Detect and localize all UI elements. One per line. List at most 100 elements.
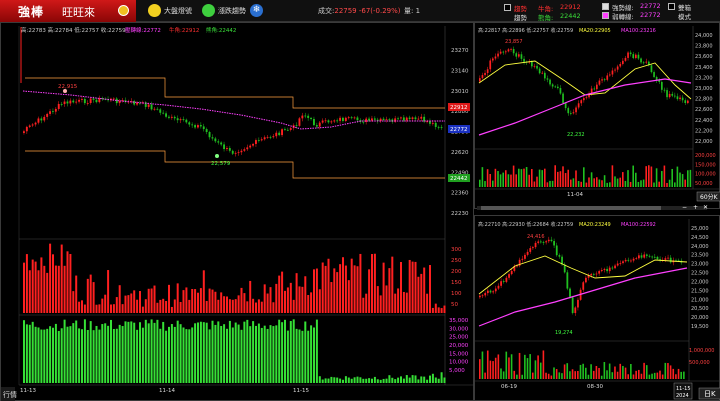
hourly-low-annotation: 22,232 (567, 132, 585, 138)
volume-bar (147, 288, 150, 313)
volume-bar (153, 285, 156, 313)
axis-tick-label: 22,400 (695, 118, 713, 124)
candle-body (226, 148, 228, 150)
candle-body (583, 98, 585, 101)
candle-body (580, 100, 583, 104)
candle-body (622, 60, 624, 64)
volume-bar (417, 276, 420, 313)
volume-bar (141, 306, 144, 313)
axis-tick-label: 150 (451, 280, 462, 286)
volume-bar (359, 253, 362, 313)
candle-body (168, 116, 170, 118)
volume-bar (549, 180, 551, 187)
volume-bar (121, 326, 124, 383)
volume-bar (520, 169, 523, 187)
volume-bar (555, 369, 558, 379)
volume-bar (307, 295, 310, 313)
volume-bar (153, 322, 156, 383)
close-icon[interactable]: ✕ (703, 204, 708, 211)
volume-bar (95, 325, 98, 383)
volume-bar (431, 307, 434, 313)
daily-candles (479, 236, 683, 316)
axis-tick-label: 500,000 (689, 360, 710, 366)
candle-body (632, 258, 635, 261)
volume-bar (28, 324, 31, 383)
volume-bar (257, 323, 260, 383)
volume-bar (318, 376, 321, 383)
volume-bar (614, 176, 616, 187)
volume-bar (263, 325, 266, 383)
daily-chart-panel[interactable]: 高:22710 高:22930 低:22684 收:22759 MA20:232… (474, 215, 720, 401)
volume-bar (497, 354, 500, 379)
volume-bar (537, 355, 539, 379)
candle-body (197, 125, 199, 128)
volume-bar (500, 368, 502, 379)
candle-body (539, 241, 542, 243)
volume-bar (642, 179, 645, 187)
volume-bar (526, 358, 529, 379)
zoom-in-icon[interactable]: + (693, 204, 698, 211)
volume-bar (307, 330, 310, 383)
volume-bar (112, 304, 115, 313)
volume-bar (263, 284, 266, 313)
candle-body (54, 108, 57, 112)
volume-bar (95, 304, 98, 313)
volume-bar (481, 351, 484, 379)
candle-body (86, 103, 89, 104)
intraday-chart-panel[interactable]: 行情 高:22783 高:22784 低:22757 收:22759 壓轉線:2… (0, 22, 475, 401)
axis-tick-label: 22,800 (695, 97, 713, 103)
market-signal-button[interactable]: 大盤燈號 (148, 4, 194, 18)
candle-body (624, 259, 627, 262)
axis-tick-label: 23,800 (695, 44, 713, 50)
volume-bar (313, 269, 315, 313)
volume-bar (669, 365, 672, 379)
candle-body (582, 282, 585, 290)
volume-bar (249, 280, 252, 313)
candle-body (531, 61, 533, 67)
volume-bar (339, 378, 342, 383)
volume-bar (494, 357, 497, 379)
volume-bar (411, 261, 414, 313)
volume-bar (598, 367, 600, 379)
volume-bar (505, 351, 508, 379)
volume-bar (587, 374, 590, 379)
axis-tick-label: 23,500 (691, 253, 709, 259)
low-marker (215, 154, 219, 158)
zoom-out-icon[interactable]: − (682, 204, 687, 211)
volume-bar (638, 369, 640, 379)
strong-weak-checkbox[interactable] (504, 4, 511, 11)
candle-body (208, 132, 211, 138)
axis-tick-label: 22,000 (695, 139, 713, 145)
volume-bar (648, 165, 650, 187)
volume-bar (648, 374, 651, 379)
volume-bar (614, 366, 616, 379)
volume-bar (330, 282, 333, 313)
volume-bar (321, 379, 324, 383)
volume-bar (505, 170, 507, 187)
hourly-chart-svg[interactable]: 高:22817 高:22896 低:22757 收:22759 MA20:229… (475, 23, 720, 211)
hourly-ma100-info: MA100:23216 (621, 28, 656, 34)
candle-body (534, 242, 537, 248)
hourly-chart-panel[interactable]: 高:22817 高:22896 低:22757 收:22759 MA20:229… (474, 22, 720, 211)
candle-body (502, 51, 505, 53)
candle-body (606, 268, 608, 272)
snowflake-button[interactable]: ❄ (250, 4, 264, 18)
hourly-scrollbar-thumb[interactable] (481, 206, 661, 210)
candle-body (684, 100, 687, 103)
volume-bar (443, 377, 446, 383)
axis-tick-label: 1,000,000 (689, 348, 714, 354)
volume-bar (234, 322, 237, 383)
intraday-chart-svg[interactable]: 行情 高:22783 高:22784 低:22757 收:22759 壓轉線:2… (1, 23, 475, 401)
volume-bar (577, 370, 579, 379)
volume-bar (431, 373, 434, 383)
daily-chart-svg[interactable]: 高:22710 高:22930 低:22684 收:22759 MA20:232… (475, 216, 720, 401)
candle-body (269, 136, 272, 138)
candle-body (507, 49, 510, 52)
candle-body (327, 120, 330, 123)
candle-body (237, 152, 240, 154)
candle-body (431, 122, 434, 124)
volume-bar (563, 364, 566, 379)
candle-body (159, 109, 162, 113)
updown-trend-button[interactable]: 漲跌趨勢 (202, 4, 248, 18)
volume-bar (405, 375, 408, 383)
